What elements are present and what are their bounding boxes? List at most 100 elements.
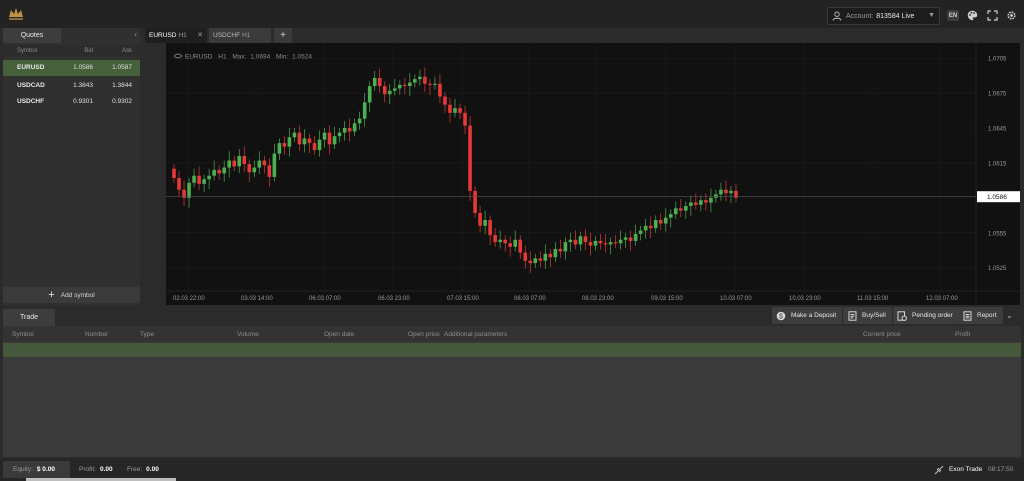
tab-trade[interactable]: Trade (3, 309, 55, 326)
column-additional-parameters: Additional parameters (444, 331, 508, 338)
candle-body (418, 76, 422, 80)
account-value: 813584 Live (876, 12, 915, 20)
tab-chart-usdchf[interactable]: USDCHF H1 (209, 28, 271, 43)
quote-ask: 1.0587 (112, 64, 132, 71)
candle-body (648, 225, 653, 229)
language-button[interactable]: EN (947, 10, 959, 21)
candle-body (227, 160, 231, 168)
eye-icon (173, 53, 183, 59)
fullscreen-icon[interactable] (985, 8, 999, 22)
y-tick-label: 1.0705 (988, 57, 1007, 63)
chevron-down-icon: ▼ (928, 12, 935, 19)
quote-row-usdcad[interactable]: USDCAD 1.3843 1.3844 (3, 78, 140, 94)
price-chart[interactable]: 1.0586 1.0705 1.0675 1.0645 1.0615 1.0555 1.0… (166, 43, 1020, 305)
candle-body (498, 239, 502, 243)
report-button[interactable]: Report (958, 307, 1003, 324)
column-volume: Volume (237, 331, 259, 338)
candle-body (443, 96, 447, 105)
chart-info: EURUSD H1 Max: 1.0694 Min: 1.0524 (173, 53, 312, 61)
candle-body (508, 243, 512, 247)
clock: 08:17:50 (988, 466, 1014, 473)
palette-icon[interactable] (965, 8, 979, 22)
tab-chart-eurusd[interactable]: EURUSD H1 ✕ (145, 28, 207, 43)
chevron-left-icon[interactable]: ‹ (134, 30, 137, 39)
candle-body (247, 164, 252, 173)
tab-symbol: USDCHF (213, 32, 241, 39)
candle-body (327, 132, 332, 145)
y-axis: 1.0705 1.0675 1.0645 1.0615 1.0555 1.0525 (988, 57, 1007, 273)
quote-row-usdchf[interactable]: USDCHF 0.9301 0.9302 (3, 94, 140, 110)
account-selector[interactable]: Account: 813584 Live ▼ (827, 7, 940, 25)
column-type: Type (140, 331, 155, 338)
report-icon (962, 310, 972, 321)
candle-body (588, 242, 593, 246)
candle-body (523, 252, 528, 261)
quote-row-eurusd[interactable]: EURUSD 1.0586 1.0587 (3, 60, 140, 76)
quote-bid: 0.9301 (73, 98, 93, 105)
connection-icon (934, 465, 944, 475)
quote-ask: 1.3844 (112, 82, 132, 89)
free-stat: Free: 0.00 (127, 466, 159, 473)
candle-body (177, 178, 181, 190)
candle-body (207, 175, 211, 180)
user-icon (832, 11, 842, 21)
settings-icon[interactable] (1004, 8, 1018, 22)
candle-body (297, 132, 302, 145)
buy-sell-label: Buy/Sell (862, 312, 886, 319)
candle-body (403, 84, 407, 87)
candle-body (262, 160, 267, 166)
candle-body (558, 249, 563, 252)
candle-body (458, 108, 462, 113)
candle-body (172, 168, 176, 179)
candle-body (292, 132, 297, 138)
document-icon (847, 310, 857, 321)
candle-body (488, 219, 492, 236)
candle-body (689, 202, 693, 207)
candle-body (357, 118, 362, 124)
candle-body (724, 189, 728, 194)
table-row[interactable] (3, 343, 1021, 357)
candle-body (603, 243, 608, 245)
add-chart-tab-button[interactable]: + (274, 28, 292, 43)
free-value: 0.00 (146, 466, 159, 473)
pending-order-label: Pending order (912, 312, 953, 319)
candle-body (729, 190, 733, 194)
candle-body (322, 132, 327, 140)
x-tick-label: 02.03 22:00 (173, 296, 205, 302)
candle-body (623, 237, 628, 240)
profit-label: Profit: (79, 466, 96, 473)
add-symbol-button[interactable]: + Add symbol (3, 287, 140, 303)
candle-body (568, 239, 573, 243)
candle-body (638, 230, 643, 234)
candle-body (272, 153, 277, 177)
candle-body (528, 260, 533, 264)
candle-body (593, 240, 598, 246)
dollar-icon: $ (776, 311, 786, 321)
chevron-down-icon[interactable]: ⌄ (1006, 311, 1013, 320)
candle-body (428, 83, 432, 85)
tab-quotes[interactable]: Quotes (3, 28, 61, 43)
close-icon[interactable]: ✕ (197, 31, 203, 39)
candle-body (493, 235, 497, 243)
y-tick-label: 1.0615 (988, 161, 1007, 167)
candle-body (719, 189, 723, 195)
svg-text:EURUSD H1 Max:: EURUSD H1 Max: 1.0694 Min: 1.0524 (185, 54, 312, 61)
candle-body (628, 237, 633, 241)
y-tick-label: 1.0555 (988, 231, 1007, 237)
y-tick-label: 1.0645 (988, 126, 1007, 132)
candle-body (362, 102, 367, 119)
column-open-date: Open date (324, 331, 355, 338)
candlestick-chart: 1.0586 1.07051.06751.06451.06151.05551.0… (166, 43, 1020, 305)
candle-body (282, 143, 287, 147)
candle-body (377, 77, 382, 87)
candle-body (187, 182, 191, 198)
candle-body (473, 190, 477, 213)
make-deposit-button[interactable]: $ Make a Deposit (772, 307, 843, 324)
buy-sell-button[interactable]: Buy/Sell (843, 307, 892, 324)
quote-ask: 0.9302 (112, 98, 132, 105)
quote-bid: 1.0586 (73, 64, 93, 71)
candle-body (643, 225, 648, 231)
trade-table: Symbol Number Type Volume Open date Open… (3, 326, 1021, 457)
pending-order-button[interactable]: Pending order (893, 307, 959, 324)
broker-logo (6, 5, 26, 23)
